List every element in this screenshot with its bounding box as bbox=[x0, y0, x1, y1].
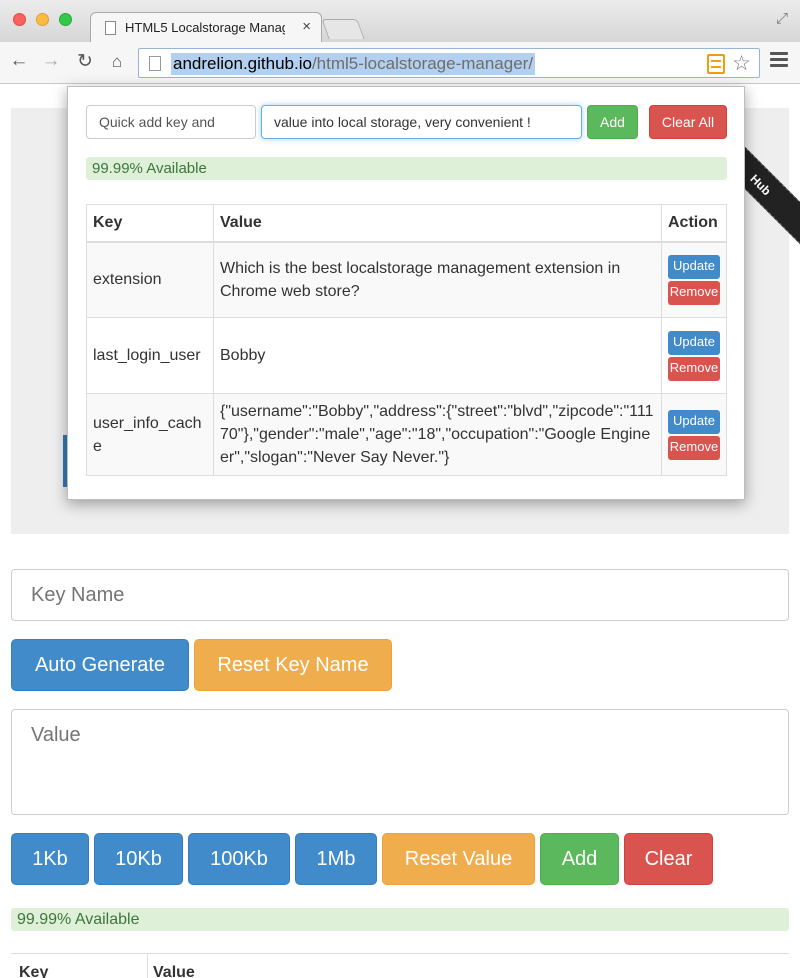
table-header-row: Key Value Action bbox=[86, 204, 727, 243]
table-row: last_login_user Bobby Update Remove bbox=[86, 317, 727, 394]
remove-button[interactable]: Remove bbox=[668, 280, 720, 305]
key-name-input[interactable] bbox=[11, 569, 789, 621]
browser-toolbar: ← → ↻ ⌂ andrelion.github.io/html5-locals… bbox=[0, 42, 800, 84]
new-tab-button[interactable] bbox=[321, 19, 365, 39]
add-button[interactable]: Add bbox=[540, 833, 619, 885]
popup-storage-available: 99.99% Available bbox=[86, 157, 727, 180]
row-actions: Update Remove bbox=[661, 393, 727, 476]
clear-button[interactable]: Clear bbox=[624, 833, 713, 885]
value-textarea[interactable] bbox=[11, 709, 789, 815]
update-button[interactable]: Update bbox=[668, 330, 720, 355]
star-icon[interactable]: ☆ bbox=[732, 51, 751, 76]
quick-key-input[interactable] bbox=[86, 105, 256, 139]
window-titlebar: HTML5 Localstorage Manager × ⤢ bbox=[0, 0, 800, 42]
storage-table-header: Key Value bbox=[11, 953, 789, 978]
storage-available-bar: 99.99% Available bbox=[11, 908, 789, 931]
table-row: extension Which is the best localstorage… bbox=[86, 241, 727, 318]
forward-icon[interactable]: → bbox=[40, 50, 62, 72]
back-icon[interactable]: ← bbox=[8, 50, 30, 72]
column-value-header: Value bbox=[153, 964, 195, 978]
home-icon[interactable]: ⌂ bbox=[106, 52, 128, 72]
size-10kb-button[interactable]: 10Kb bbox=[94, 833, 183, 885]
remove-button[interactable]: Remove bbox=[668, 356, 720, 381]
action-column-header: Action bbox=[661, 204, 727, 243]
column-key-header: Key bbox=[19, 964, 49, 978]
browser-tab[interactable]: HTML5 Localstorage Manager × bbox=[90, 12, 322, 42]
row-key: last_login_user bbox=[86, 317, 214, 394]
quick-value-input[interactable] bbox=[261, 105, 582, 139]
reload-icon[interactable]: ↻ bbox=[74, 50, 96, 73]
minimize-window-button[interactable] bbox=[36, 13, 49, 26]
size-100kb-button[interactable]: 100Kb bbox=[188, 833, 290, 885]
close-window-button[interactable] bbox=[13, 13, 26, 26]
reset-key-name-button[interactable]: Reset Key Name bbox=[194, 639, 392, 691]
row-value: {"username":"Bobby","address":{"street":… bbox=[213, 393, 662, 476]
table-row: user_info_cache {"username":"Bobby","add… bbox=[86, 393, 727, 476]
size-1mb-button[interactable]: 1Mb bbox=[295, 833, 377, 885]
row-value: Bobby bbox=[213, 317, 662, 394]
quick-add-button[interactable]: Add bbox=[587, 105, 638, 139]
update-button[interactable]: Update bbox=[668, 254, 720, 279]
row-actions: Update Remove bbox=[661, 241, 727, 318]
clear-all-button[interactable]: Clear All bbox=[649, 105, 727, 139]
key-column-header: Key bbox=[86, 204, 214, 243]
page-icon bbox=[149, 56, 161, 71]
row-key: user_info_cache bbox=[86, 393, 214, 476]
row-value: Which is the best localstorage managemen… bbox=[213, 241, 662, 318]
reset-value-button[interactable]: Reset Value bbox=[382, 833, 535, 885]
url-text[interactable]: andrelion.github.io/html5-localstorage-m… bbox=[171, 53, 536, 75]
row-key: extension bbox=[86, 241, 214, 318]
url-host: andrelion.github.io bbox=[173, 54, 312, 73]
auto-generate-button[interactable]: Auto Generate bbox=[11, 639, 189, 691]
extension-icon[interactable] bbox=[707, 54, 725, 74]
remove-button[interactable]: Remove bbox=[668, 435, 720, 460]
value-column-header: Value bbox=[213, 204, 662, 243]
tab-title: HTML5 Localstorage Manager bbox=[125, 20, 285, 35]
address-bar[interactable]: andrelion.github.io/html5-localstorage-m… bbox=[138, 48, 760, 78]
row-actions: Update Remove bbox=[661, 317, 727, 394]
menu-icon[interactable] bbox=[770, 52, 788, 70]
extension-popup: Add Clear All 99.99% Available Key Value… bbox=[67, 86, 745, 500]
page-icon bbox=[105, 21, 116, 35]
size-1kb-button[interactable]: 1Kb bbox=[11, 833, 89, 885]
url-path: /html5-localstorage-manager/ bbox=[311, 54, 534, 73]
zoom-window-button[interactable] bbox=[59, 13, 72, 26]
update-button[interactable]: Update bbox=[668, 409, 720, 434]
localstorage-table: Key Value Action extension Which is the … bbox=[86, 204, 727, 476]
tab-close-icon[interactable]: × bbox=[302, 18, 311, 35]
fullscreen-icon[interactable]: ⤢ bbox=[776, 10, 788, 27]
